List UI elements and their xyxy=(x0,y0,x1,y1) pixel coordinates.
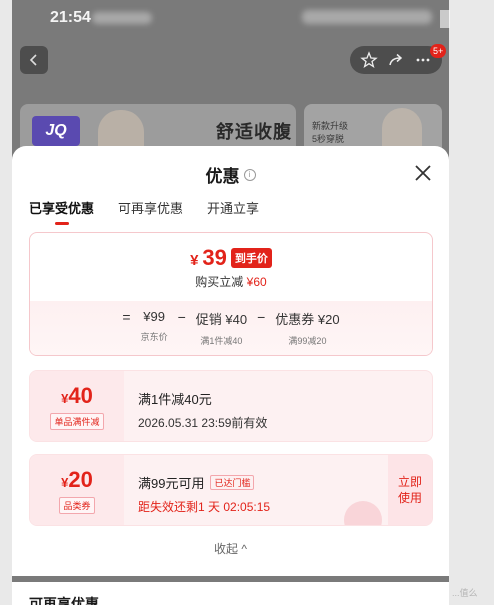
price-formula: = ¥99 京东价 − 促销 ¥40 满1件减40 − 优惠券 ¥20 满99减… xyxy=(30,301,432,355)
final-price-card: ¥ 39 到手价 购买立减 ¥60 = ¥99 京东价 − 促销 ¥40 满1件… xyxy=(29,232,433,356)
threshold-badge: 已达门槛 xyxy=(210,475,255,490)
tab-more-available[interactable]: 可再享优惠 xyxy=(118,198,183,225)
info-icon[interactable]: i xyxy=(243,168,256,181)
coupon-rule: 满1件减40元 xyxy=(138,392,212,407)
promo-value: 促销 ¥40 xyxy=(195,312,248,327)
formula-coupon: 优惠券 ¥20 满99减20 xyxy=(275,309,339,347)
close-icon xyxy=(415,165,431,181)
promo-label: 满1件减40 xyxy=(200,336,243,346)
discount-tabs: 已享受优惠 可再享优惠 开通立享 xyxy=(29,198,259,225)
star-icon[interactable] xyxy=(360,51,379,69)
coupon-rule-text: 满99元可用 xyxy=(138,476,205,491)
coupon-countdown: 距失效还剩1 天 02:05:15 xyxy=(138,500,271,514)
brand-logo: JQ xyxy=(32,116,80,146)
price-tag: 到手价 xyxy=(230,248,272,268)
coupon-expiry: 2026.05.31 23:59前有效 xyxy=(138,416,268,430)
nav-actions xyxy=(350,46,442,74)
share-icon[interactable] xyxy=(387,51,405,69)
status-battery-blurred xyxy=(440,10,450,28)
use-now-label: 立即使用 xyxy=(397,475,422,505)
coupon-stamp xyxy=(344,501,382,525)
minus-sign-2: − xyxy=(257,309,266,325)
message-badge: 5+ xyxy=(430,44,447,58)
status-icons-blurred xyxy=(92,12,152,24)
sheet-header: 优惠 i xyxy=(12,162,449,187)
banner-side-line2: 5秒穿脱 xyxy=(312,134,345,144)
close-button[interactable] xyxy=(410,160,436,186)
jd-price-label: 京东价 xyxy=(140,332,168,342)
coupon-type: 单品满件减 xyxy=(50,412,104,430)
more-icon[interactable] xyxy=(414,51,432,69)
use-now-button[interactable]: 立即使用 xyxy=(388,455,432,525)
tab-open-membership[interactable]: 开通立享 xyxy=(207,198,259,225)
price-currency: ¥ xyxy=(190,252,199,269)
coupon-type: 品类券 xyxy=(59,496,95,514)
price-value: 39 xyxy=(202,245,227,270)
final-price: ¥ 39 到手价 xyxy=(30,245,432,271)
coupon-amount: ¥40 xyxy=(61,382,93,408)
formula-promo: 促销 ¥40 满1件减40 xyxy=(196,309,247,347)
discount-sheet: 优惠 i 已享受优惠 可再享优惠 开通立享 ¥ 39 到手价 购买立减 ¥60 … xyxy=(12,146,449,576)
category-coupon-card: ¥20 品类券 满99元可用 已达门槛 距失效还剩1 天 02:05:15 立即… xyxy=(29,454,433,526)
banner-side-text: 新款升级 5秒穿脱 xyxy=(312,120,348,146)
more-discounts-title: 可再享优惠 xyxy=(29,596,99,605)
more-discounts-section: 可再享优惠 xyxy=(12,582,449,605)
banner-title: 舒适收腹 xyxy=(216,122,292,142)
status-bar: 21:54 xyxy=(12,0,449,36)
status-time: 21:54 xyxy=(50,9,91,26)
coupon-rule: 满99元可用 已达门槛 xyxy=(138,473,270,492)
coupon-details: 满1件减40元 2026.05.31 23:59前有效 xyxy=(138,389,267,431)
coupon-amount-panel: ¥40 单品满件减 xyxy=(30,371,124,441)
savings-value: ¥60 xyxy=(246,275,267,289)
coupon-amount-value: 20 xyxy=(68,466,93,492)
formula-jd-price: ¥99 京东价 xyxy=(141,309,168,343)
equals-sign: = xyxy=(122,309,131,325)
coupon-label: 满99减20 xyxy=(288,336,327,346)
chevron-left-icon xyxy=(29,54,37,66)
coupon-amount: ¥20 xyxy=(61,466,93,492)
watermark: ...值么 xyxy=(452,588,478,598)
coupon-amount-panel: ¥20 品类券 xyxy=(30,455,124,525)
savings-label: 购买立减 xyxy=(195,275,244,289)
status-icons-blurred-right xyxy=(302,10,432,24)
collapse-button[interactable]: 收起 ^ xyxy=(12,540,449,557)
coupon-details: 满99元可用 已达门槛 距失效还剩1 天 02:05:15 xyxy=(138,473,270,515)
promo-coupon-card: ¥40 单品满件减 满1件减40元 2026.05.31 23:59前有效 xyxy=(29,370,433,442)
coupon-value: 优惠券 ¥20 xyxy=(275,312,340,327)
price-savings: 购买立减 ¥60 xyxy=(30,273,432,290)
banner-side-line1: 新款升级 xyxy=(312,121,349,131)
minus-sign: − xyxy=(177,309,186,325)
sheet-title: 优惠 xyxy=(205,167,240,186)
back-button[interactable] xyxy=(20,46,48,74)
coupon-amount-value: 40 xyxy=(68,382,93,408)
jd-price-value: ¥99 xyxy=(143,309,165,324)
tab-enjoyed[interactable]: 已享受优惠 xyxy=(29,198,94,225)
